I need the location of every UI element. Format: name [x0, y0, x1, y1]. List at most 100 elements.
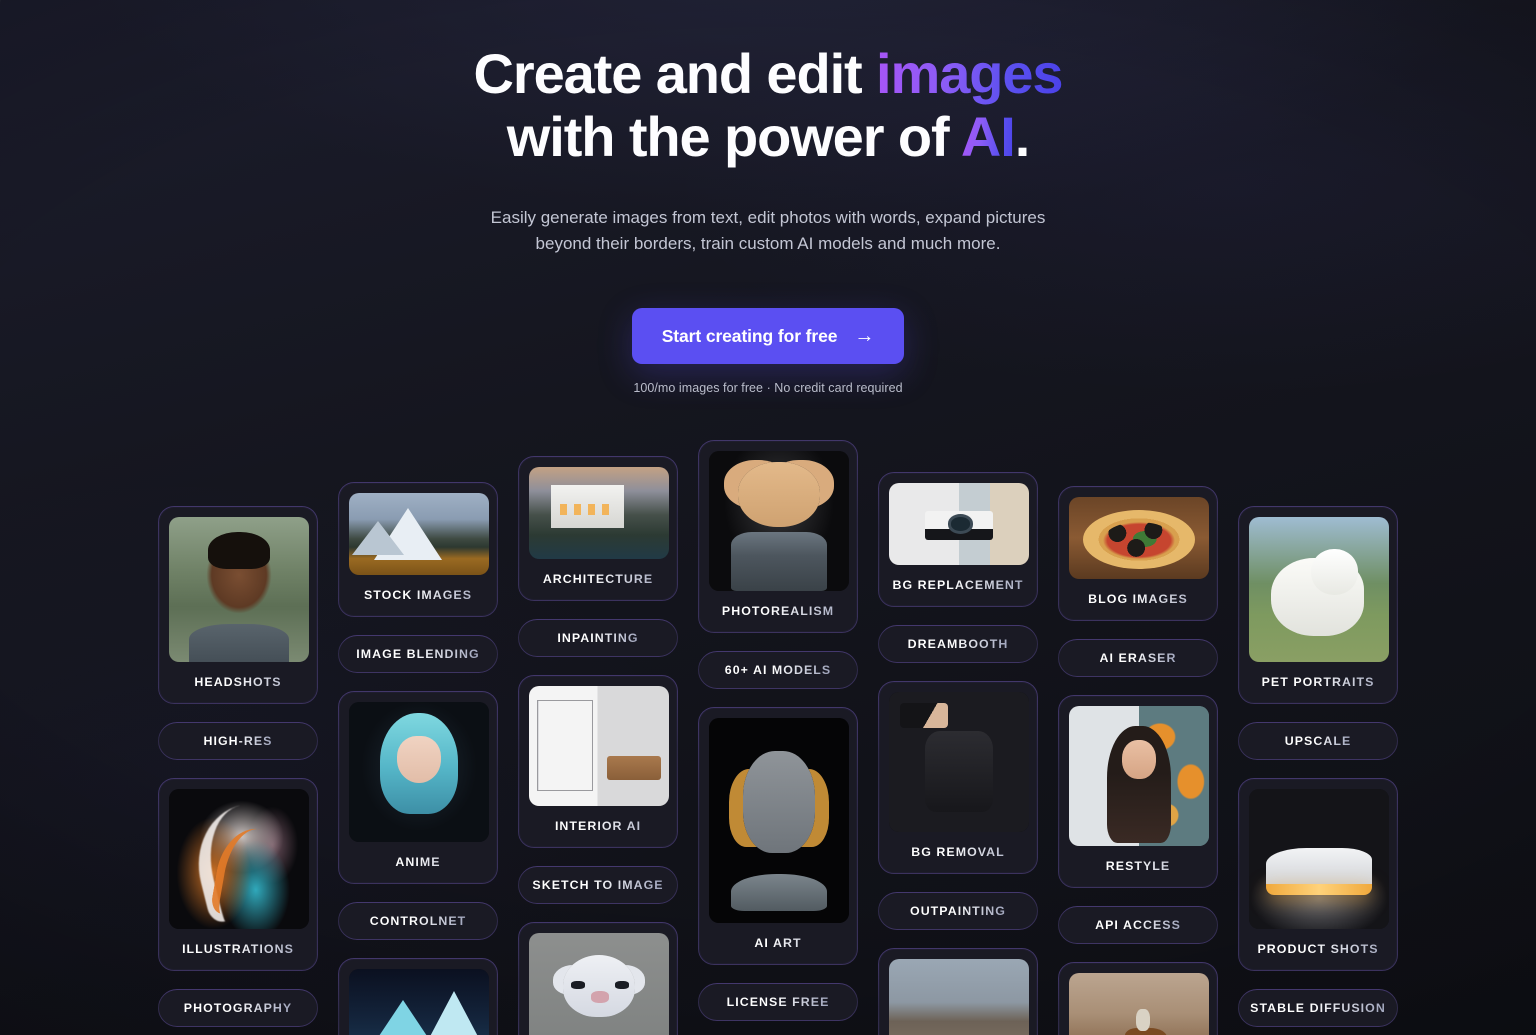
feature-card-label: BLOG IMAGES: [1069, 579, 1207, 620]
feature-column: ARCHITECTURE INPAINTING INTERIOR AI SKETCH …: [518, 456, 678, 1035]
thumbnail-artwork: [1069, 973, 1209, 1035]
feature-pill[interactable]: STABLE DIFFUSION: [1238, 989, 1398, 1027]
thumbnail-artwork: [889, 483, 1029, 565]
feature-card[interactable]: BG REMOVAL: [878, 681, 1038, 874]
feature-pill[interactable]: DREAMBOOTH: [878, 625, 1038, 663]
feature-card[interactable]: RESTYLE: [1058, 695, 1218, 888]
feature-thumbnail: [889, 483, 1029, 565]
feature-pill[interactable]: CONTROLNET: [338, 902, 498, 940]
feature-thumbnail: [349, 493, 489, 575]
feature-card[interactable]: PRODUCT SHOTS: [1238, 778, 1398, 971]
thumbnail-artwork: [1069, 706, 1209, 846]
feature-column: PHOTOREALISM 60+ AI MODELS AI ART LICENSE F…: [698, 440, 858, 1035]
feature-card[interactable]: [338, 958, 498, 1035]
feature-thumbnail: [709, 451, 849, 591]
thumbnail-artwork: [529, 467, 669, 559]
headline-line-1: Create and edit images: [0, 44, 1536, 104]
feature-column: STOCK IMAGES IMAGE BLENDING ANIME CONTROLNE…: [338, 482, 498, 1035]
feature-card[interactable]: ARCHITECTURE: [518, 456, 678, 601]
feature-grid: HEADSHOTS HIGH-RES ILLUSTRATIONS PHOTOGRAPH…: [158, 440, 1398, 1035]
feature-card-label: BG REPLACEMENT: [889, 565, 1027, 606]
feature-column: PET PORTRAITS UPSCALE PRODUCT SHOTS STABLE …: [1238, 506, 1398, 1035]
cta-note: 100/mo images for free · No credit card …: [633, 381, 903, 395]
feature-card-label: HEADSHOTS: [169, 662, 307, 703]
feature-pill-label: OUTPAINTING: [910, 904, 1006, 918]
feature-card[interactable]: STOCK IMAGES: [338, 482, 498, 617]
feature-card[interactable]: ANIME: [338, 691, 498, 884]
thumbnail-artwork: [1069, 497, 1209, 579]
feature-card[interactable]: BLOG IMAGES: [1058, 486, 1218, 621]
feature-pill[interactable]: SKETCH TO IMAGE: [518, 866, 678, 904]
headline-line-2: with the power of AI.: [0, 107, 1536, 167]
feature-pill-label: 60+ AI MODELS: [724, 663, 832, 677]
feature-card[interactable]: [518, 922, 678, 1035]
headline-text-a: Create and edit: [473, 42, 877, 105]
thumbnail-artwork: [529, 933, 669, 1035]
feature-pill[interactable]: 60+ AI MODELS: [698, 651, 858, 689]
feature-pill[interactable]: INPAINTING: [518, 619, 678, 657]
feature-card[interactable]: [1058, 962, 1218, 1035]
feature-card[interactable]: PET PORTRAITS: [1238, 506, 1398, 704]
feature-pill-label: LICENSE FREE: [726, 995, 830, 1009]
feature-thumbnail: [169, 517, 309, 662]
feature-thumbnail: [529, 467, 669, 559]
feature-pill[interactable]: LICENSE FREE: [698, 983, 858, 1021]
thumbnail-artwork: [889, 959, 1029, 1035]
feature-pill-label: API ACCESS: [1095, 918, 1181, 932]
feature-card[interactable]: AI ART: [698, 707, 858, 965]
feature-thumbnail: [889, 959, 1029, 1035]
feature-pill-label: HIGH-RES: [203, 734, 273, 748]
headline-period: .: [1014, 105, 1031, 168]
feature-pill-label: DREAMBOOTH: [907, 637, 1009, 651]
feature-column: BG REPLACEMENT DREAMBOOTH BG REMOVAL OUTPAI…: [878, 472, 1038, 1035]
feature-column: HEADSHOTS HIGH-RES ILLUSTRATIONS PHOTOGRAPH…: [158, 506, 318, 1035]
feature-thumbnail: [1249, 789, 1389, 929]
thumbnail-artwork: [349, 702, 489, 842]
feature-card[interactable]: BG REPLACEMENT: [878, 472, 1038, 607]
feature-pill-label: AI ERASER: [1099, 651, 1177, 665]
feature-pill[interactable]: HIGH-RES: [158, 722, 318, 760]
feature-card[interactable]: [878, 948, 1038, 1035]
cta-container: Start creating for free → 100/mo images …: [0, 308, 1536, 395]
feature-thumbnail: [1069, 973, 1209, 1035]
feature-thumbnail: [349, 969, 489, 1035]
headline-text-b: with the power of: [506, 105, 961, 168]
thumbnail-artwork: [349, 493, 489, 575]
feature-pill-label: IMAGE BLENDING: [356, 647, 480, 661]
feature-pill[interactable]: IMAGE BLENDING: [338, 635, 498, 673]
feature-pill-label: INPAINTING: [557, 631, 639, 645]
thumbnail-artwork: [889, 692, 1029, 832]
feature-card-label: PRODUCT SHOTS: [1249, 929, 1387, 970]
thumbnail-artwork: [709, 451, 849, 591]
feature-card[interactable]: INTERIOR AI: [518, 675, 678, 848]
feature-pill[interactable]: PHOTOGRAPHY: [158, 989, 318, 1027]
portrait-face: [1122, 739, 1156, 779]
feature-card-label: STOCK IMAGES: [349, 575, 487, 616]
headline-accent-ai: AI: [960, 105, 1016, 168]
feature-card-label: ILLUSTRATIONS: [169, 929, 307, 970]
thumbnail-artwork: [169, 517, 309, 662]
feature-card[interactable]: PHOTOREALISM: [698, 440, 858, 633]
feature-pill-label: SKETCH TO IMAGE: [532, 878, 664, 892]
feature-thumbnail: [529, 686, 669, 806]
feature-card-label: ARCHITECTURE: [529, 559, 667, 600]
feature-thumbnail: [709, 718, 849, 923]
thumbnail-artwork: [349, 969, 489, 1035]
feature-card-label: PHOTOREALISM: [709, 591, 847, 632]
feature-pill[interactable]: UPSCALE: [1238, 722, 1398, 760]
feature-card[interactable]: ILLUSTRATIONS: [158, 778, 318, 971]
feature-pill[interactable]: API ACCESS: [1058, 906, 1218, 944]
feature-card-label: RESTYLE: [1069, 846, 1207, 887]
feature-pill[interactable]: AI ERASER: [1058, 639, 1218, 677]
hero-section: Create and edit images with the power of…: [0, 0, 1536, 396]
feature-card-label: ANIME: [349, 842, 487, 883]
thumbnail-artwork: [169, 789, 309, 929]
page-title: Create and edit images with the power of…: [0, 44, 1536, 167]
feature-thumbnail: [1069, 706, 1209, 846]
feature-pill[interactable]: OUTPAINTING: [878, 892, 1038, 930]
landing-page: Create and edit images with the power of…: [0, 0, 1536, 1035]
feature-card[interactable]: HEADSHOTS: [158, 506, 318, 704]
feature-card-label: BG REMOVAL: [889, 832, 1027, 873]
start-creating-button[interactable]: Start creating for free →: [631, 308, 905, 364]
feature-pill-label: PHOTOGRAPHY: [183, 1001, 293, 1015]
